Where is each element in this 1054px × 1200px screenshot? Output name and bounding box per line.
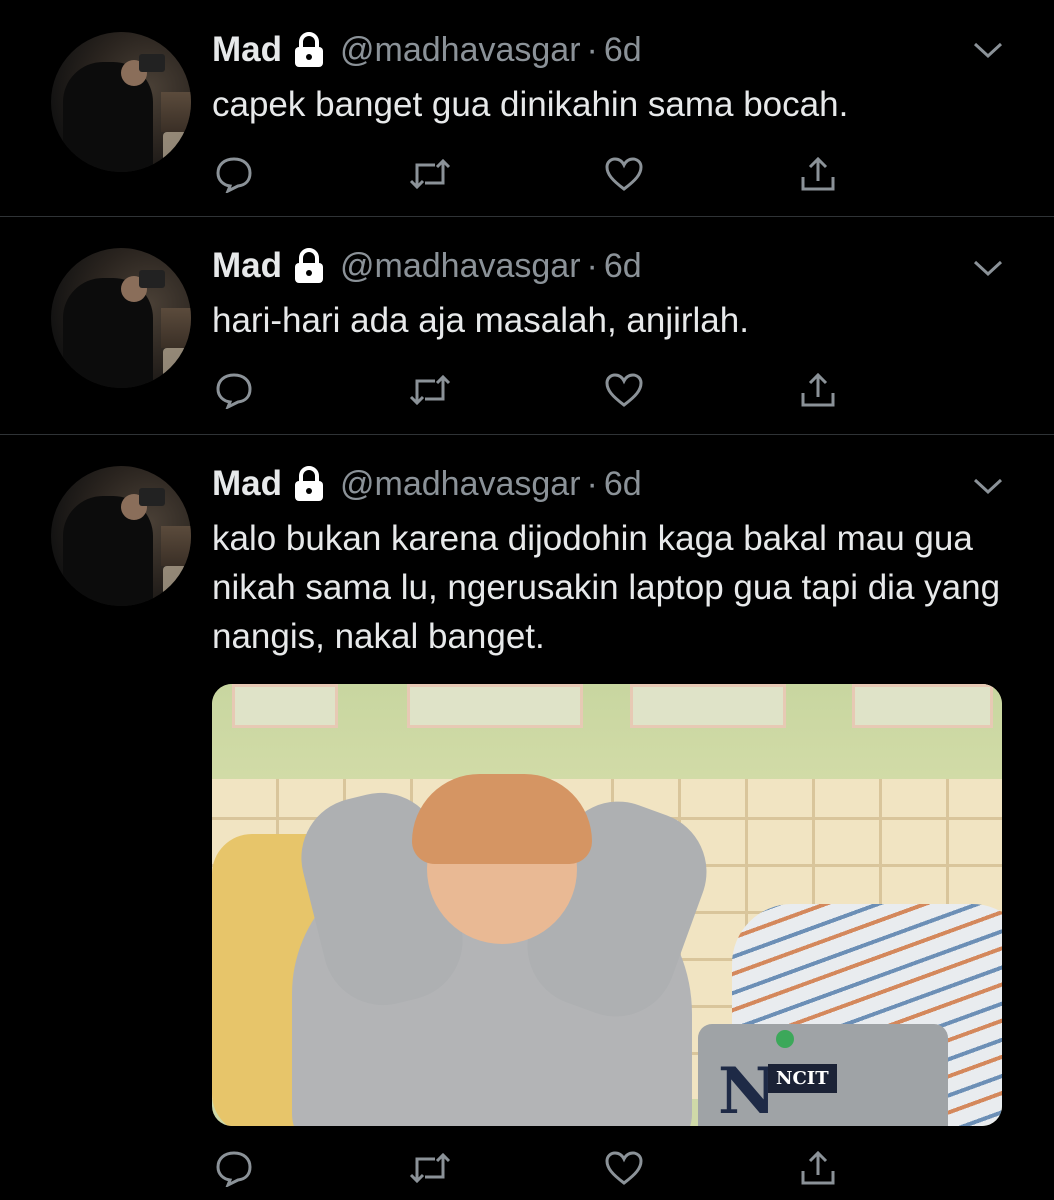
avatar[interactable]: [51, 466, 191, 606]
separator-dot: ·: [586, 30, 598, 69]
retweet-icon[interactable]: [408, 370, 452, 410]
timestamp[interactable]: 6d: [604, 247, 642, 286]
tweet-actions: [212, 154, 852, 194]
tweet-header: Mad @madhavasgar · 6d: [212, 246, 642, 286]
divider: [0, 216, 1054, 217]
retweet-icon[interactable]: [408, 154, 452, 194]
reply-icon[interactable]: [212, 370, 256, 410]
laptop-sticker: NCIT: [768, 1064, 837, 1093]
chevron-down-icon[interactable]: [972, 40, 1004, 60]
laptop: N NCIT: [698, 1024, 948, 1126]
reply-icon[interactable]: [212, 154, 256, 194]
lock-icon: [295, 32, 323, 67]
timestamp[interactable]: 6d: [604, 465, 642, 504]
tweet-text: capek banget gua dinikahin sama bocah.: [212, 85, 849, 124]
tweet-actions: [212, 370, 852, 410]
separator-dot: ·: [586, 246, 598, 285]
tweet-header: Mad @madhavasgar · 6d: [212, 464, 642, 504]
user-handle[interactable]: @madhavasgar: [340, 465, 581, 504]
tweet-header: Mad @madhavasgar · 6d: [212, 30, 642, 70]
avatar[interactable]: [51, 32, 191, 172]
lock-icon: [295, 248, 323, 283]
retweet-icon[interactable]: [408, 1148, 452, 1188]
timestamp[interactable]: 6d: [604, 31, 642, 70]
avatar[interactable]: [51, 248, 191, 388]
like-icon[interactable]: [602, 1148, 646, 1188]
chevron-down-icon[interactable]: [972, 258, 1004, 278]
display-name[interactable]: Mad: [212, 464, 282, 504]
tweet-actions: [212, 1148, 852, 1188]
divider: [0, 434, 1054, 435]
lock-icon: [295, 466, 323, 501]
display-name[interactable]: Mad: [212, 246, 282, 286]
heart-sticker: [776, 1030, 794, 1048]
separator-dot: ·: [586, 464, 598, 503]
share-icon[interactable]: [796, 370, 840, 410]
like-icon[interactable]: [602, 370, 646, 410]
display-name[interactable]: Mad: [212, 30, 282, 70]
chevron-down-icon[interactable]: [972, 476, 1004, 496]
user-handle[interactable]: @madhavasgar: [340, 247, 581, 286]
reply-icon[interactable]: [212, 1148, 256, 1188]
like-icon[interactable]: [602, 154, 646, 194]
share-icon[interactable]: [796, 1148, 840, 1188]
tweet-media-image[interactable]: N NCIT: [212, 684, 1002, 1126]
tweet-text: kalo bukan karena dijodohin kaga bakal m…: [212, 519, 1001, 656]
user-handle[interactable]: @madhavasgar: [340, 31, 581, 70]
share-icon[interactable]: [796, 154, 840, 194]
tweet-text: hari-hari ada aja masalah, anjirlah.: [212, 301, 749, 340]
